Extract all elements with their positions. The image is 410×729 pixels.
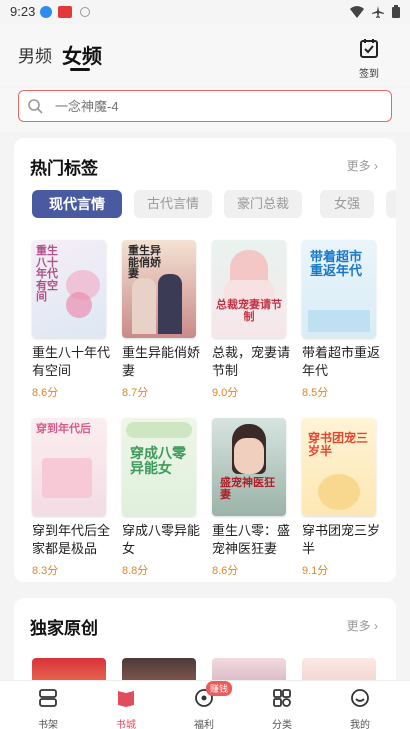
signin-label: 签到: [359, 69, 379, 80]
search-area: [0, 88, 410, 132]
nav-bookshelf[interactable]: 书架: [18, 687, 78, 729]
smiley-icon: [351, 689, 369, 707]
battery-icon: [392, 5, 400, 18]
cover-title: 盛宠神医狂妻: [220, 477, 275, 501]
chip-modern-romance[interactable]: 现代言情: [32, 190, 122, 218]
wifi-icon: [350, 5, 364, 18]
nav-label: 福利: [194, 720, 214, 729]
book-cover: 穿书团宠三岁半: [302, 418, 376, 516]
book-cover: 重生异能俏娇妻: [122, 240, 196, 338]
airplane-icon: [372, 5, 384, 18]
bookshelf-icon: [39, 689, 57, 707]
nav-categories[interactable]: 分类: [252, 687, 312, 729]
chip-ceo[interactable]: 豪门总裁: [224, 190, 302, 218]
nav-label: 书城: [116, 720, 136, 729]
book-title: 总裁，宠妻请节制: [212, 345, 290, 378]
exclusive-section: 独家原创 更多 ›: [14, 598, 396, 688]
book-score: 9.1分: [302, 565, 329, 577]
nav-rewards[interactable]: 赚钱 福利: [174, 681, 234, 729]
book-card[interactable]: 穿到年代后 穿到年代后全家都是极品 8.3分: [32, 418, 110, 578]
book-cover: 带着超市重返年代: [302, 240, 376, 338]
hot-tags-section: 热门标签 更多 › 现代言情 古代言情 豪门总裁 女强 重生八十年代有空间 重生…: [14, 138, 396, 582]
cover-title: 穿到年代后: [36, 423, 91, 435]
top-bar: 男频 女频 签到: [0, 24, 410, 86]
nav-profile[interactable]: 我的: [330, 687, 390, 729]
section-title: 独家原创: [30, 619, 98, 638]
search-input[interactable]: [55, 96, 375, 116]
cover-title: 总裁宠妻请节制: [216, 299, 282, 323]
nav-label: 分类: [272, 720, 292, 729]
section-title: 热门标签: [30, 159, 98, 178]
book-card[interactable]: 穿书团宠三岁半 穿书团宠三岁半 9.1分: [302, 418, 380, 578]
book-score: 8.3分: [32, 565, 59, 577]
chip-strong-female[interactable]: 女强: [320, 190, 374, 218]
book-title: 重生异能俏娇妻: [122, 345, 200, 378]
book-title: 穿书团宠三岁半: [302, 523, 380, 556]
book-cover: 穿成八零异能女: [122, 418, 196, 516]
book-cover: 盛宠神医狂妻: [212, 418, 286, 516]
book-title: 穿成八零异能女: [122, 523, 200, 556]
grid-icon: [273, 689, 291, 707]
nav-bookstore[interactable]: 书城: [96, 687, 156, 729]
tab-underline: [70, 68, 90, 71]
book-card[interactable]: 带着超市重返年代 带着超市重返年代 8.5分: [302, 240, 380, 400]
book-card[interactable]: 盛宠神医狂妻 重生八零：盛宠神医狂妻 8.6分: [212, 418, 290, 578]
tab-female[interactable]: 女频: [62, 40, 102, 69]
app-notification-icon: [58, 6, 72, 18]
cover-title: 带着超市重返年代: [310, 249, 363, 278]
book-card[interactable]: 重生八十年代有空间 重生八十年代有空间 8.6分: [32, 240, 110, 400]
signin-button[interactable]: 签到: [356, 38, 382, 80]
search-box[interactable]: [18, 90, 392, 122]
more-link[interactable]: 更多 ›: [347, 617, 378, 634]
cover-title: 重生八十年代有空间: [36, 245, 58, 304]
book-score: 8.5分: [302, 387, 329, 399]
status-bar: 9:23: [0, 0, 410, 24]
nav-label: 书架: [38, 720, 58, 729]
status-icons: [350, 5, 400, 18]
book-card[interactable]: 总裁宠妻请节制 总裁，宠妻请节制 9.0分: [212, 240, 290, 400]
bottom-nav: 书架 书城 赚钱 福利 分类 我的: [0, 680, 410, 729]
chip-ancient-romance[interactable]: 古代言情: [134, 190, 212, 218]
book-cover: 穿到年代后: [32, 418, 106, 516]
book-title: 穿到年代后全家都是极品: [32, 523, 110, 556]
info-icon: [80, 7, 90, 17]
tag-chips: 现代言情 古代言情 豪门总裁 女强: [32, 190, 396, 218]
book-title: 带着超市重返年代: [302, 345, 380, 378]
nav-label: 我的: [350, 720, 370, 729]
download-notification-icon: [40, 6, 52, 18]
book-cover: 总裁宠妻请节制: [212, 240, 286, 338]
chip-partial[interactable]: [386, 190, 396, 218]
cover-title: 穿书团宠三岁半: [308, 431, 369, 458]
book-open-icon: [118, 691, 134, 707]
book-score: 8.7分: [122, 387, 149, 399]
rewards-badge: 赚钱: [206, 681, 233, 696]
book-score: 8.8分: [122, 565, 149, 577]
book-cover: 重生八十年代有空间: [32, 240, 106, 338]
book-card[interactable]: 重生异能俏娇妻 重生异能俏娇妻 8.7分: [122, 240, 200, 400]
book-title: 重生八零：盛宠神医狂妻: [212, 523, 290, 556]
cover-title: 穿成八零异能女: [130, 445, 186, 476]
book-score: 8.6分: [32, 387, 59, 399]
search-icon: [28, 99, 43, 114]
book-score: 8.6分: [212, 565, 239, 577]
calendar-check-icon: [360, 39, 378, 58]
status-time: 9:23: [10, 4, 36, 19]
more-link[interactable]: 更多 ›: [347, 157, 378, 174]
cover-title: 重生异能俏娇妻: [128, 245, 161, 281]
tab-male[interactable]: 男频: [18, 42, 52, 67]
book-card[interactable]: 穿成八零异能女 穿成八零异能女 8.8分: [122, 418, 200, 578]
book-title: 重生八十年代有空间: [32, 345, 110, 378]
book-score: 9.0分: [212, 387, 239, 399]
